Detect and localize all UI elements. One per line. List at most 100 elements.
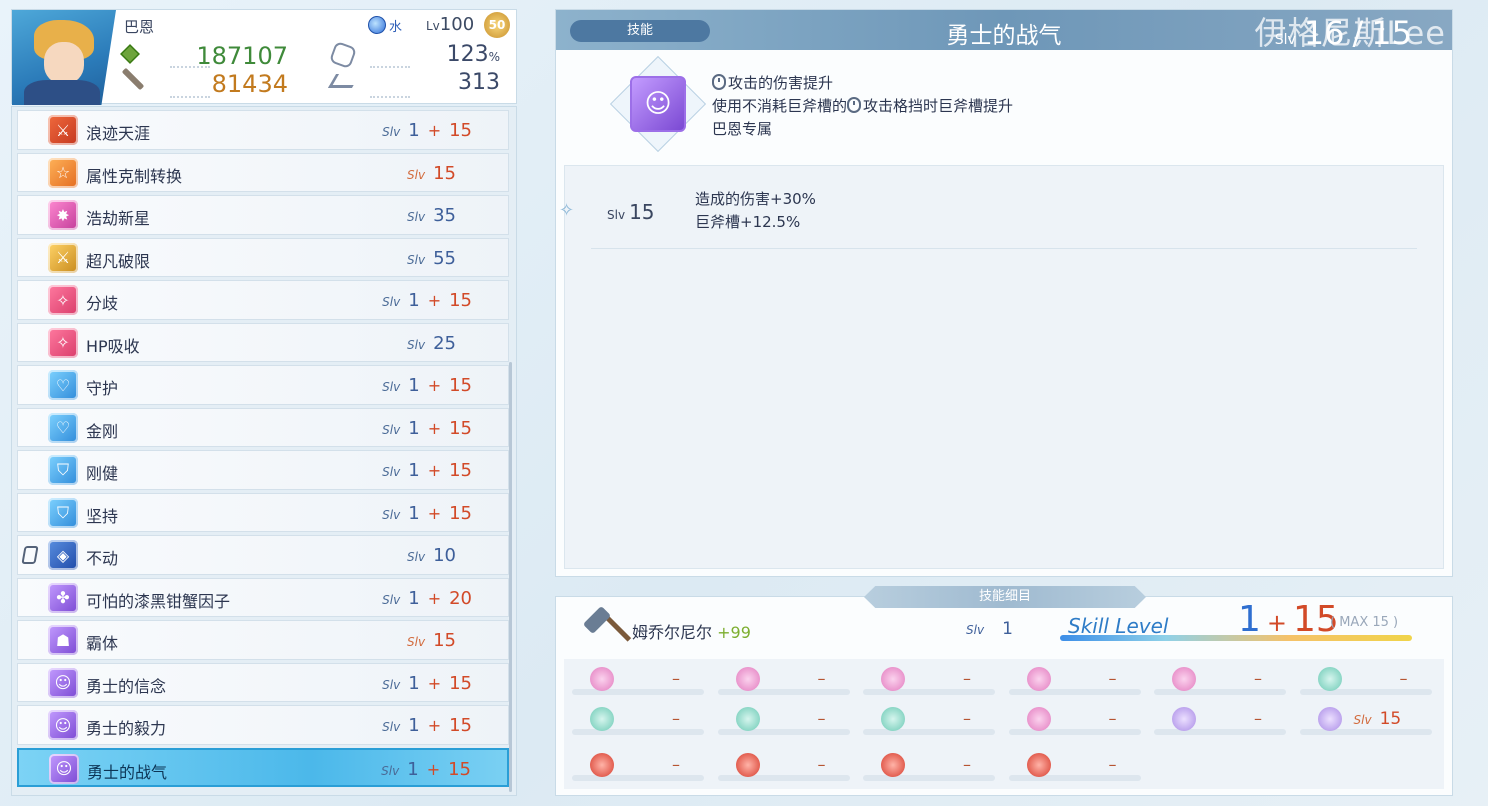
modifier-pink-icon <box>881 667 905 691</box>
skill-slv: Slv 25 <box>407 332 456 354</box>
modifier-red-icon <box>735 753 760 777</box>
character-card: 巴恩 水 Lv100 50 187107 81434 123% 313 <box>11 9 517 105</box>
modifier-grid: – – – – – – – – – – – Slv 15 – – – – <box>564 659 1444 789</box>
modifier-bar <box>1299 729 1432 735</box>
skill-row[interactable]: ☺ 勇士的信念 Slv 1 + 15 <box>17 662 509 702</box>
modifier-value: – <box>817 669 826 688</box>
skill-detail-header: 技能 勇士的战气 Slv 16 / 15 伊格尼斯Lee <box>556 10 1452 52</box>
modifier-red-icon <box>881 753 905 777</box>
skill-name: 分歧 <box>86 294 119 313</box>
modifier-slot[interactable]: – <box>855 661 995 701</box>
skill-slv: Slv 55 <box>407 247 456 269</box>
modifier-slot[interactable]: – <box>710 701 850 741</box>
modifier-slot[interactable]: – <box>710 747 850 787</box>
element-label: 水 <box>389 19 403 35</box>
skill-row[interactable]: ✸ 浩劫新星 Slv 35 <box>17 195 509 235</box>
modifier-pink-icon <box>1172 667 1196 691</box>
skill-name: 不动 <box>86 549 119 568</box>
crab-icon: ✤ <box>48 582 78 613</box>
shield-icon: ⛉ <box>48 455 78 485</box>
modifier-bar <box>1299 689 1432 695</box>
modifier-slot[interactable]: – <box>1146 661 1286 701</box>
skill-name: 可怕的漆黑钳蟹因子 <box>86 591 231 611</box>
modifier-value: – <box>1108 669 1117 688</box>
skill-row[interactable]: ✤ 可怕的漆黑钳蟹因子 Slv 1 + 20 <box>17 577 509 617</box>
level-badge-icon: 50 <box>484 12 510 38</box>
modifier-slot[interactable]: – <box>564 661 704 701</box>
hero-skill-icon: ☺ <box>630 76 686 132</box>
modifier-value: – <box>963 709 971 728</box>
skill-row[interactable]: ☺ 勇士的毅力 Slv 1 + 15 <box>17 705 509 745</box>
modifier-slot[interactable]: – <box>1001 661 1141 701</box>
hero-icon: ☺ <box>48 667 78 698</box>
level-row-effects: 造成的伤害+30% 巨斧槽+12.5% <box>695 190 816 231</box>
modifier-bar <box>863 775 995 781</box>
hp-icon <box>120 44 140 64</box>
skill-name: 属性克制转换 <box>86 166 183 186</box>
modifier-slot[interactable]: – <box>564 701 704 741</box>
skill-slv: Slv 15 <box>407 630 456 651</box>
modifier-value: – <box>963 669 971 688</box>
breakdown-tab[interactable]: 技能细目 <box>864 586 1146 608</box>
weapon-name: 姆乔尔尼尔 +99 <box>632 623 751 642</box>
skill-slv: Slv 1 + 15 <box>382 715 472 736</box>
mouse-icon <box>847 97 862 113</box>
modifier-slot[interactable]: – <box>1001 701 1141 741</box>
skill-row[interactable]: ♡ 金刚 Slv 1 + 15 <box>17 407 509 447</box>
modifier-cyan-icon <box>1317 667 1342 691</box>
modifier-slot[interactable]: – <box>1292 661 1432 701</box>
character-level: Lv100 <box>426 14 475 35</box>
sparkle-icon: ✧ <box>48 285 78 315</box>
skill-row[interactable]: ☺ 勇士的战气 Slv 1 + 15 <box>17 747 509 787</box>
skill-name: 守护 <box>86 379 119 398</box>
skill-row[interactable]: ⚔ 浪迹天涯 Slv 1 + 15 <box>17 110 509 150</box>
skill-row[interactable]: ✧ 分歧 Slv 1 + 15 <box>17 280 509 320</box>
skill-name: 刚健 <box>86 464 119 483</box>
modifier-value: – <box>672 709 680 728</box>
skill-slv: Slv 1 + 15 <box>381 758 471 780</box>
skill-row[interactable]: ⛉ 坚持 Slv 1 + 15 <box>17 492 509 532</box>
modifier-slot[interactable]: – <box>855 701 995 741</box>
modifier-slv: Slv 15 <box>1353 709 1402 729</box>
skill-row[interactable]: ♡ 守护 Slv 1 + 15 <box>17 365 509 405</box>
lock-icon[interactable] <box>21 546 39 564</box>
modifier-red-icon <box>1026 753 1051 777</box>
skill-name: 超凡破限 <box>86 251 151 271</box>
skill-row[interactable]: ☗ 霸体 Slv 15 <box>17 620 509 660</box>
character-portrait[interactable] <box>12 10 116 105</box>
skill-level-value: 1 +15 <box>1238 599 1339 640</box>
skill-row[interactable]: ☆ 属性克制转换 Slv 15 <box>17 152 509 192</box>
skill-row[interactable]: ✧ HP吸收 Slv 25 <box>17 322 509 362</box>
skill-row[interactable]: ◈ 不动 Slv 10 <box>17 535 509 575</box>
skill-slv: Slv 1 + 15 <box>382 417 472 439</box>
level-row-slv: Slv 15 <box>607 200 655 224</box>
modifier-slot[interactable]: – <box>564 747 704 787</box>
modifier-slot[interactable]: – <box>1146 701 1286 741</box>
skill-level-bar <box>1060 635 1412 641</box>
skill-list-scrollbar[interactable] <box>509 362 512 792</box>
modifier-slot[interactable]: – <box>710 661 850 701</box>
skill-list[interactable]: ⚔ 浪迹天涯 Slv 1 + 15 ☆ 属性克制转换 Slv 15 ✸ 浩劫新星… <box>11 106 517 796</box>
modifier-slot[interactable]: Slv 15 <box>1292 701 1432 741</box>
modifier-slot[interactable]: – <box>855 747 995 787</box>
skill-slv: Slv 1 + 15 <box>382 120 472 141</box>
modifier-value: – <box>672 669 680 688</box>
modifier-lilac-icon <box>1317 707 1342 731</box>
modifier-cyan-icon <box>735 707 760 731</box>
skill-row[interactable]: ⛉ 刚健 Slv 1 + 15 <box>17 450 509 490</box>
sparkle-icon: ✧ <box>48 327 78 358</box>
skill-slv: Slv 15 <box>407 162 456 184</box>
modifier-slot[interactable]: – <box>1001 747 1141 787</box>
modifier-bar <box>572 689 704 695</box>
modifier-red-icon <box>590 753 614 777</box>
modifier-bar <box>863 689 995 695</box>
sword-icon: ⚔ <box>48 115 78 145</box>
shield-icon: ⛉ <box>48 497 78 528</box>
modifier-row: – – – – <box>564 747 1444 787</box>
star-icon: ☆ <box>48 157 78 188</box>
skill-slv: Slv 1 + 15 <box>382 460 472 481</box>
weapon-slv: Slv 1 <box>966 619 1013 639</box>
skill-row[interactable]: ⚔ 超凡破限 Slv 55 <box>17 237 509 277</box>
diamond-icon: ◈ <box>48 540 78 570</box>
skill-description: 攻击的伤害提升 使用不消耗巨斧槽的 攻击格挡时巨斧槽提升 巴恩专属 <box>712 74 1014 138</box>
